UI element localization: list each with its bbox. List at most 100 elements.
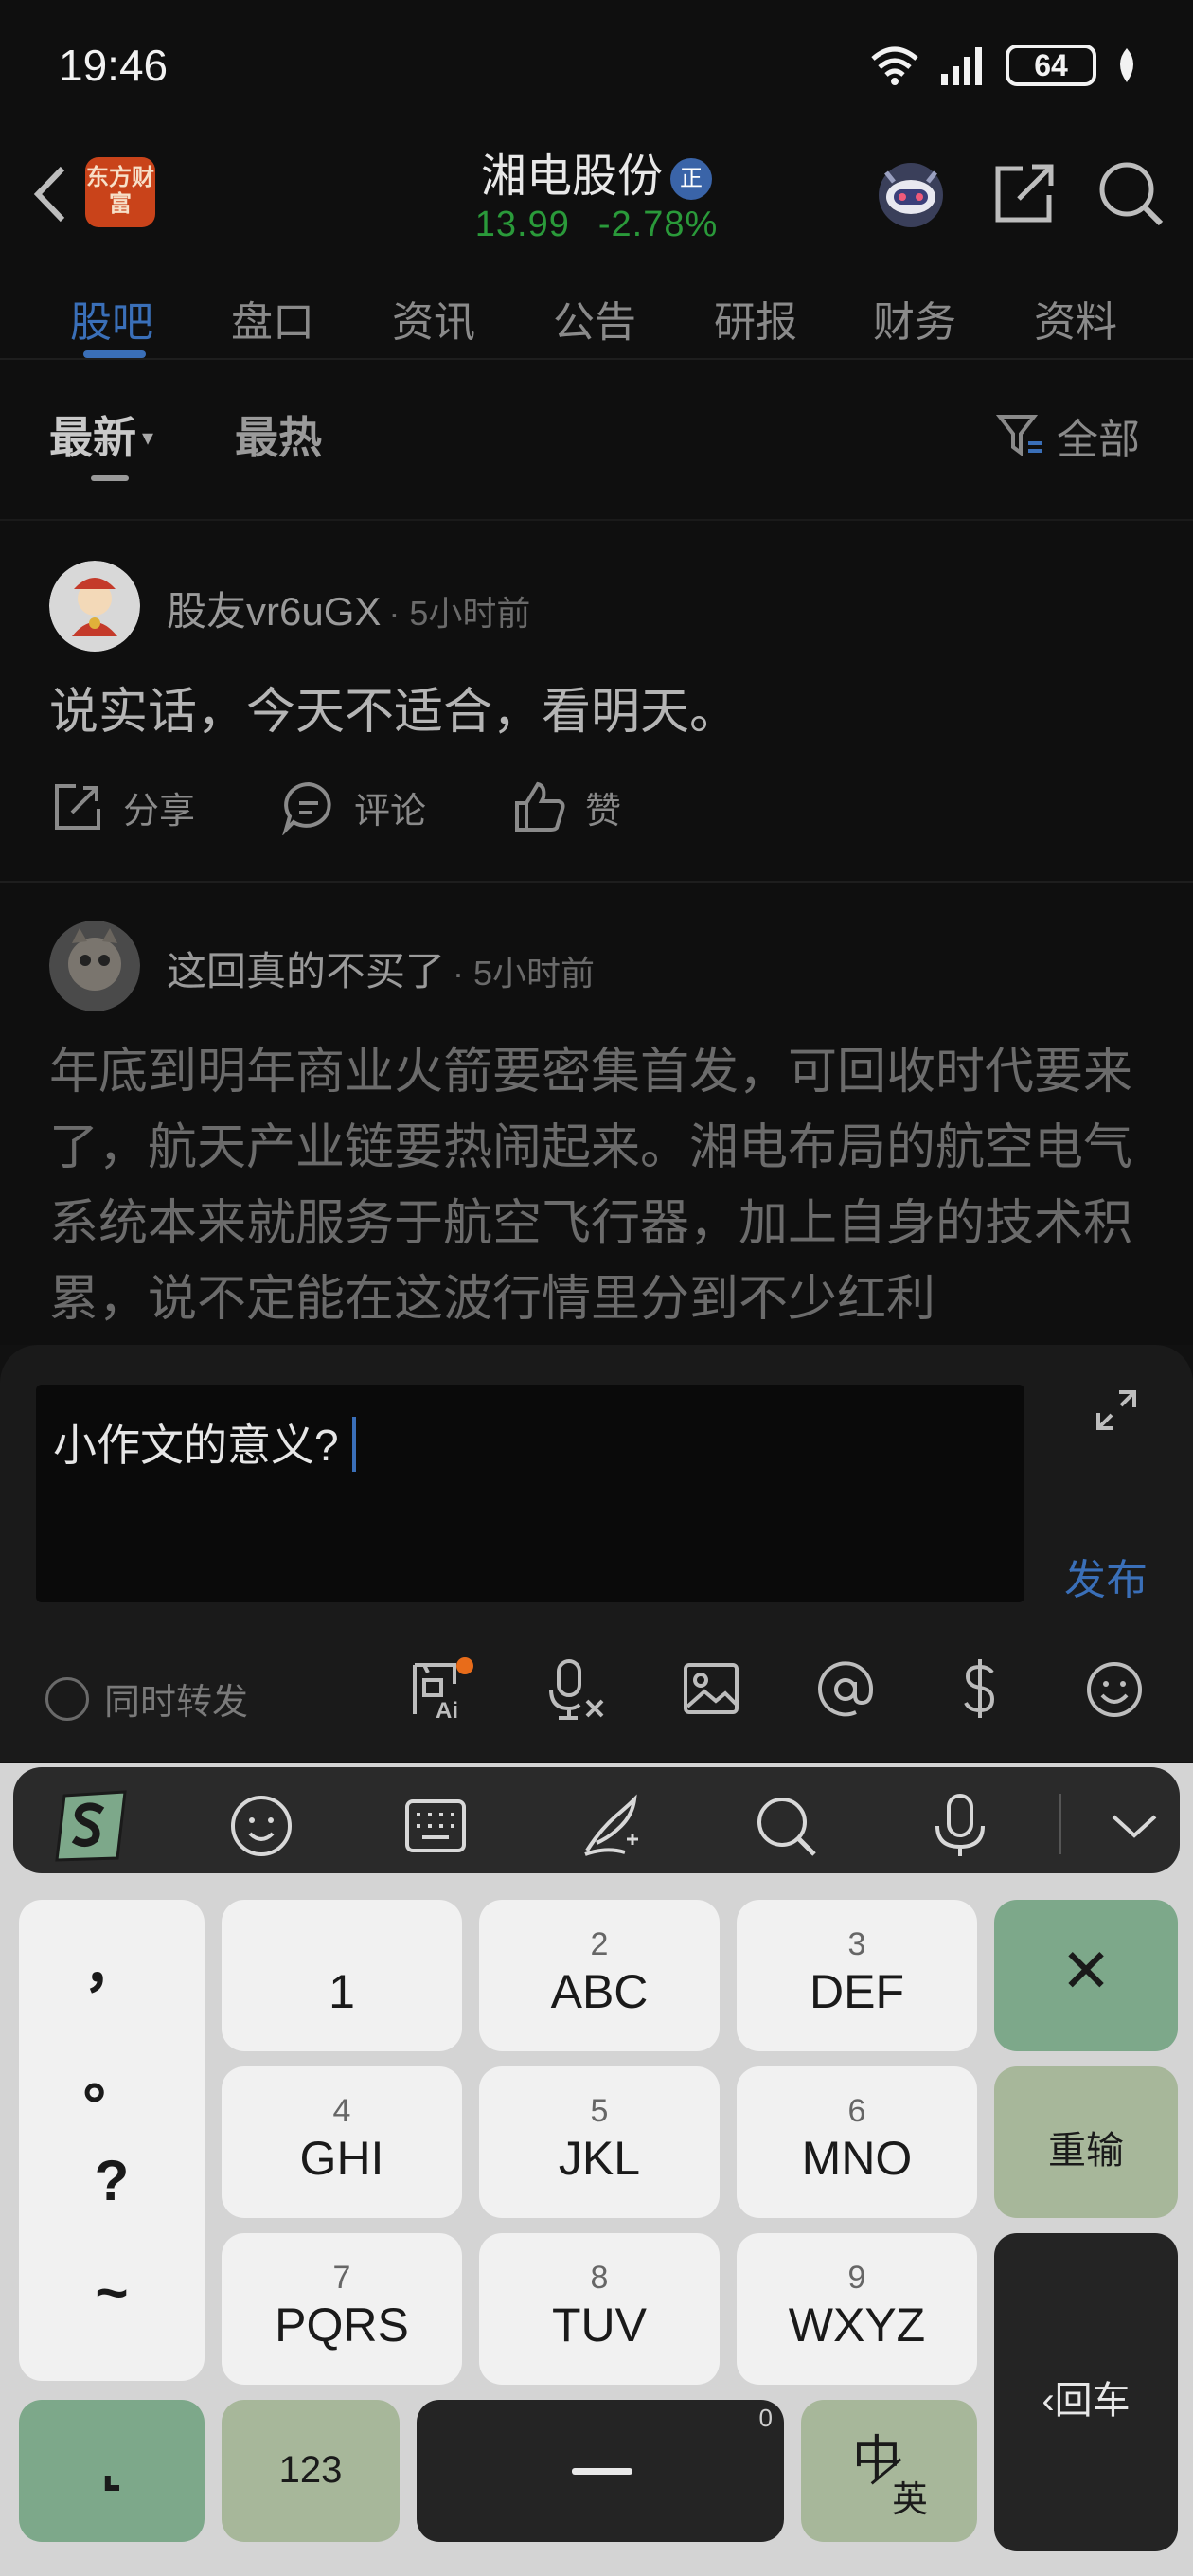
- active-tab-indicator: [83, 350, 146, 358]
- key-letters: MNO: [801, 2132, 913, 2185]
- filter-icon: [996, 415, 1042, 456]
- sogou-logo-icon[interactable]: [51, 1788, 131, 1864]
- forward-radio[interactable]: [45, 1676, 89, 1721]
- tab-announcements[interactable]: 公告: [553, 288, 636, 349]
- punct-question[interactable]: ?: [19, 2148, 205, 2213]
- key-4[interactable]: 4 GHI: [222, 2066, 462, 2218]
- key-number: 9: [847, 2260, 866, 2296]
- wifi-icon: [871, 46, 918, 85]
- key-number: 3: [847, 1926, 866, 1962]
- delete-icon: ✕: [1060, 1937, 1112, 2005]
- key-letters: GHI: [299, 2132, 384, 2185]
- key-number: 2: [590, 1926, 609, 1962]
- ai-ask-button[interactable]: Ai: [407, 1655, 473, 1727]
- comment-button[interactable]: 评论: [280, 778, 426, 835]
- forward-label: 同时转发: [104, 1683, 249, 1723]
- key-3[interactable]: 3 DEF: [737, 1900, 977, 2051]
- comment-text[interactable]: 小作文的意义?: [53, 1411, 356, 1474]
- key-letters: 1: [329, 1965, 355, 2018]
- app-screen: 19:46 64 东方财富 湘电股份 正 13.99 -2.78% 股吧 盘口 …: [0, 0, 1193, 1345]
- mention-button[interactable]: [812, 1655, 879, 1727]
- tab-research[interactable]: 研报: [714, 288, 797, 349]
- post-content[interactable]: 年底到明年商业火箭要密集首发，可回收时代要来了，航天产业链要热闹起来。湘电布局的…: [49, 1034, 1148, 1337]
- search-icon[interactable]: [752, 1792, 820, 1860]
- key-5[interactable]: 5 JKL: [479, 2066, 720, 2218]
- section-tabs: 股吧 盘口 资讯 公告 研报 财务 资料: [0, 275, 1193, 360]
- reinput-key[interactable]: 重输: [994, 2066, 1178, 2218]
- collapse-keyboard-icon[interactable]: [1100, 1792, 1168, 1860]
- handwriting-icon[interactable]: [578, 1792, 646, 1860]
- punct-period[interactable]: 。: [19, 2032, 205, 2115]
- key-number: 8: [590, 2260, 609, 2296]
- filter-all-button[interactable]: 全部: [996, 405, 1140, 466]
- verified-badge: 正: [670, 158, 712, 200]
- key-6[interactable]: 6 MNO: [737, 2066, 977, 2218]
- reinput-label: 重输: [1048, 2130, 1124, 2172]
- key-7[interactable]: 7 PQRS: [222, 2233, 462, 2385]
- comment-input[interactable]: 小作文的意义?: [36, 1385, 1024, 1602]
- tab-news[interactable]: 资讯: [392, 288, 475, 349]
- key-letters: WXYZ: [788, 2299, 926, 2352]
- key-8[interactable]: 8 TUV: [479, 2233, 720, 2385]
- voice-to-text-button[interactable]: [543, 1655, 610, 1727]
- comment-icon: [282, 781, 331, 835]
- share-icon[interactable]: [985, 153, 1064, 233]
- like-label: 赞: [585, 791, 622, 832]
- post-item[interactable]: 这回真的不买了 · 5小时前 年底到明年商业火箭要密集首发，可回收时代要来了，航天…: [0, 883, 1193, 1347]
- key-1[interactable]: 1: [222, 1900, 462, 2051]
- battery-level: 64: [1034, 47, 1068, 82]
- key-2[interactable]: 2 ABC: [479, 1900, 720, 2051]
- language-switch-key[interactable]: 中 英: [801, 2400, 977, 2542]
- post-item[interactable]: 股友vr6uGX · 5小时前 说实话，今天不适合，看明天。 分享 评论 赞: [0, 523, 1193, 883]
- comment-composer: 小作文的意义? 发布 同时转发 Ai: [0, 1345, 1193, 1762]
- author-name[interactable]: 这回真的不买了: [167, 949, 445, 993]
- key-9[interactable]: 9 WXYZ: [737, 2233, 977, 2385]
- stock-symbol-button[interactable]: [947, 1655, 1013, 1727]
- punct-comma[interactable]: ，: [19, 1921, 205, 2003]
- chevron-down-icon: ▾: [142, 425, 154, 451]
- numbers-key[interactable]: 123: [222, 2400, 400, 2542]
- post-author[interactable]: 这回真的不买了 · 5小时前: [167, 939, 595, 997]
- toolbar-divider: [1059, 1794, 1061, 1854]
- punct-tilde[interactable]: ~: [19, 2260, 205, 2325]
- key-letters: ABC: [550, 1965, 649, 2018]
- tab-finance[interactable]: 财务: [873, 288, 956, 349]
- space-key[interactable]: 0: [417, 2400, 784, 2542]
- status-icons: 64: [867, 44, 1140, 87]
- search-icon[interactable]: [1091, 153, 1170, 233]
- enter-key[interactable]: ‹回车: [994, 2233, 1178, 2551]
- publish-button[interactable]: 发布: [1064, 1546, 1148, 1606]
- enter-label: ‹回车: [1042, 2380, 1131, 2422]
- dollar-icon: [964, 1659, 995, 1718]
- forward-toggle[interactable]: 同时转发: [45, 1673, 248, 1725]
- microphone-icon[interactable]: [926, 1792, 994, 1860]
- tab-guba[interactable]: 股吧: [70, 288, 153, 349]
- expand-icon[interactable]: [1095, 1388, 1138, 1432]
- share-icon: [55, 784, 100, 830]
- keyboard-layout-icon[interactable]: [401, 1792, 470, 1860]
- at-sign-icon: [818, 1661, 874, 1717]
- like-button[interactable]: 赞: [511, 778, 621, 835]
- author-name[interactable]: 股友vr6uGX: [167, 589, 381, 634]
- key-letters: TUV: [552, 2299, 647, 2352]
- symbol-key[interactable]: ⌞: [19, 2400, 205, 2542]
- post-content[interactable]: 说实话，今天不适合，看明天。: [49, 674, 1148, 750]
- emoji-button[interactable]: [1081, 1655, 1148, 1727]
- comment-value: 小作文的意义?: [53, 1421, 339, 1470]
- tab-pankou[interactable]: 盘口: [231, 288, 314, 349]
- image-button[interactable]: [678, 1655, 744, 1727]
- tab-profile[interactable]: 资料: [1034, 288, 1117, 349]
- post-author[interactable]: 股友vr6uGX · 5小时前: [167, 580, 530, 637]
- svg-text:Ai: Ai: [436, 1698, 458, 1722]
- share-button[interactable]: 分享: [49, 778, 195, 835]
- key-number: 7: [332, 2260, 351, 2296]
- stock-change: -2.78%: [597, 205, 719, 244]
- delete-key[interactable]: ✕: [994, 1900, 1178, 2051]
- sort-hot[interactable]: 最热: [235, 403, 322, 466]
- avatar[interactable]: [49, 561, 140, 652]
- emoji-keyboard-icon[interactable]: [227, 1792, 295, 1860]
- sort-latest[interactable]: 最新 ▾: [49, 403, 153, 466]
- text-cursor: [351, 1417, 356, 1472]
- avatar[interactable]: [49, 921, 140, 1011]
- robot-assistant-icon[interactable]: [871, 153, 951, 233]
